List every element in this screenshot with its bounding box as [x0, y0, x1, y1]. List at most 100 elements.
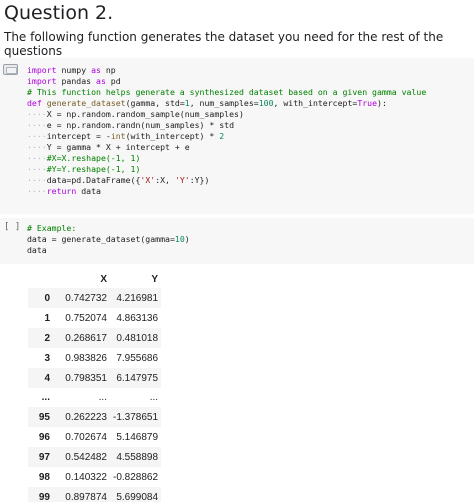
cell-x: 0.983826: [65, 352, 107, 364]
code-cell-generate-dataset[interactable]: import numpy as np import pandas as pd # T…: [0, 58, 474, 214]
cell-y: 4.216981: [116, 292, 159, 304]
cell-x: 0.752074: [65, 312, 107, 324]
code-line: # This function helps generate a synthes…: [27, 87, 426, 98]
code-token: np: [100, 65, 116, 75]
code-token: #X=X.reshape(-1, 1): [46, 153, 141, 163]
code-token: 2: [219, 131, 225, 141]
code-line: # Example:: [27, 223, 190, 234]
cell-y: -0.828862: [113, 471, 159, 483]
code-token: True: [357, 98, 378, 108]
code-token: e = np.random.randn(num_samples) * std: [46, 120, 235, 130]
row-index: 95: [38, 411, 50, 423]
code-token: intercept = -: [46, 131, 111, 141]
cell-y: 0.481018: [116, 332, 159, 344]
code-token: 100: [258, 98, 274, 108]
code-token: ): [184, 234, 190, 244]
cell-y: 6.147975: [116, 372, 159, 384]
code-cell-example[interactable]: [ ] # Example: data = generate_dataset(ga…: [0, 218, 474, 264]
code-editor[interactable]: import numpy as np import pandas as pd # T…: [27, 65, 426, 197]
code-line: ····X = np.random.random_sample(num_samp…: [27, 109, 426, 120]
code-token: (gamma, std=: [125, 98, 185, 108]
code-token: ····: [27, 142, 47, 152]
table-row: 95 0.262223 -1.378651: [28, 407, 162, 427]
code-token: int: [110, 131, 126, 141]
cell-x: ...: [98, 392, 107, 403]
code-token: data = generate_dataset(gamma=: [27, 234, 175, 244]
code-line: ····return data: [27, 186, 426, 197]
code-token: 10: [174, 234, 185, 244]
cell-y: 5.699084: [116, 491, 159, 502]
table-row: 96 0.702674 5.146879: [28, 427, 161, 447]
code-line: ····#X=X.reshape(-1, 1): [27, 153, 426, 164]
code-token: pd: [105, 76, 121, 86]
cell-x: 0.268617: [65, 332, 107, 344]
code-token: , with_intercept=: [273, 98, 358, 108]
cell-y: 4.558898: [116, 451, 159, 463]
code-token: pandas: [56, 76, 97, 86]
cell-y: ...: [149, 392, 159, 403]
row-index: 2: [44, 332, 50, 344]
table-row: 2 0.268617 0.481018: [28, 328, 162, 348]
code-token: data=pd.DataFrame({: [46, 175, 141, 185]
table-row: 4 0.798351 6.147975: [28, 368, 162, 388]
row-index: 1: [44, 312, 50, 324]
code-token: ····: [27, 153, 47, 163]
code-token: 'Y': [174, 175, 190, 185]
table-row: 0 0.742732 4.216981: [28, 288, 162, 308]
code-line: import numpy as np: [27, 65, 426, 76]
code-line: def generate_dataset(gamma, std=1, num_s…: [27, 98, 426, 109]
code-line: import pandas as pd: [27, 76, 426, 87]
cell-x: 0.742732: [65, 292, 107, 304]
code-token: def: [27, 98, 42, 108]
row-index: 97: [38, 451, 50, 463]
cell-x: 0.702674: [65, 431, 107, 443]
code-line: ····e = np.random.randn(num_samples) * s…: [27, 120, 426, 131]
code-token: 'X': [140, 175, 156, 185]
code-token: numpy: [56, 65, 92, 75]
code-token: #Y=Y.reshape(-1, 1): [46, 164, 141, 174]
code-line: ····#Y=Y.reshape(-1, 1): [27, 164, 426, 175]
row-index: 98: [38, 471, 50, 483]
table-row: 98 0.140322 -0.828862: [28, 467, 161, 487]
cell-x: 0.262223: [65, 411, 107, 423]
code-token: import: [27, 76, 57, 86]
code-token: :X,: [155, 175, 175, 185]
code-line: data: [27, 245, 190, 256]
table-header-row: X Y: [28, 270, 161, 288]
run-cell-button[interactable]: [3, 64, 18, 75]
cell-y: 5.146879: [116, 431, 159, 443]
code-token: data: [27, 245, 47, 255]
row-index: 96: [38, 431, 50, 443]
question-description: The following function generates the dat…: [4, 30, 444, 58]
column-header-x: X: [100, 273, 107, 285]
cell-x: 0.798351: [65, 372, 107, 384]
code-token: ····: [27, 175, 47, 185]
code-token: # Example:: [27, 223, 77, 233]
code-token: ····: [27, 131, 47, 141]
row-index: 99: [38, 491, 50, 502]
row-index: 0: [44, 292, 50, 304]
table-row: 1 0.752074 4.863136: [28, 308, 161, 328]
table-row: 97 0.542482 4.558898: [28, 447, 162, 467]
code-token: (with_intercept) *: [125, 131, 220, 141]
code-token: Y = gamma * X + intercept + e: [46, 142, 190, 152]
code-token: ····: [27, 120, 47, 130]
cell-x: 0.542482: [65, 451, 107, 463]
code-token: :Y}): [189, 175, 210, 185]
table-row: .........: [28, 388, 161, 407]
code-token: , num_samples=: [189, 98, 259, 108]
cell-x: 0.140322: [65, 471, 107, 483]
code-line: ····Y = gamma * X + intercept + e: [27, 142, 426, 153]
code-token: ····: [27, 164, 47, 174]
code-token: X = np.random.random_sample(num_samples): [46, 109, 244, 119]
code-token: ):: [377, 98, 387, 108]
table-row: 3 0.983826 7.955686: [28, 348, 161, 368]
row-index: 3: [44, 352, 50, 364]
execution-count[interactable]: [ ]: [4, 222, 20, 232]
row-index: 4: [44, 372, 50, 384]
code-line: data = generate_dataset(gamma=10): [27, 234, 190, 245]
code-editor[interactable]: # Example: data = generate_dataset(gamma=…: [27, 223, 190, 256]
code-line: ····data=pd.DataFrame({'X':X, 'Y':Y}): [27, 175, 426, 186]
code-token: ····: [27, 186, 47, 196]
dataframe-output: X Y 0 0.742732 4.216981 1 0.752074 4.863136 2 0…: [28, 270, 162, 502]
